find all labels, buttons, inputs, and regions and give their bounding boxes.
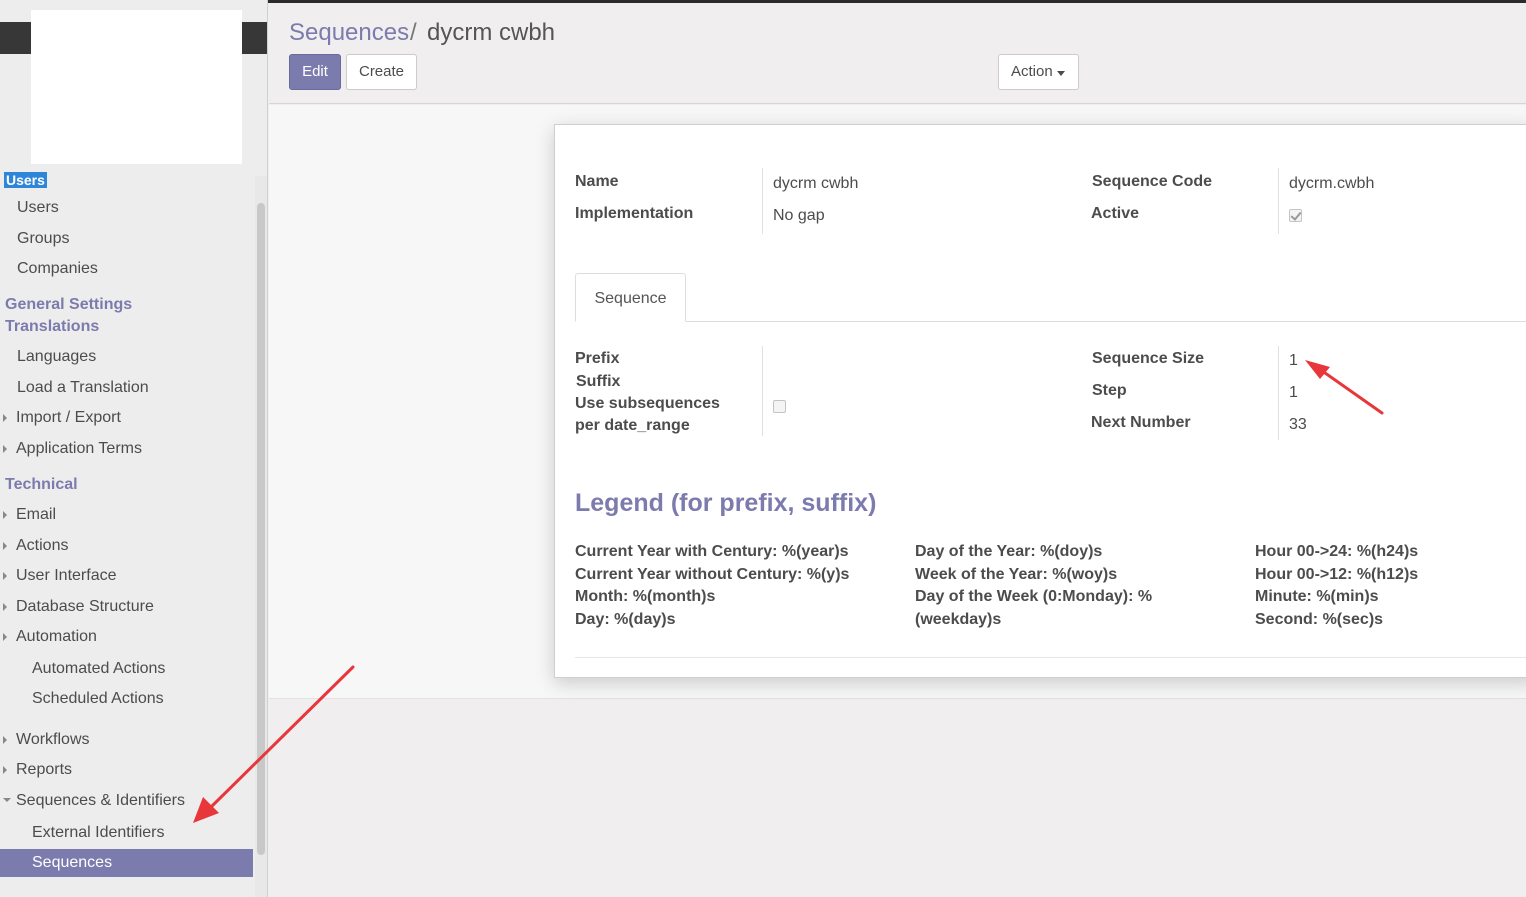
name-value: dycrm cwbh (773, 175, 859, 192)
legend-item: Day of the Week (0:Monday): % (915, 588, 1153, 606)
sequence-code-value: dycrm.cwbh (1289, 175, 1375, 192)
sidebar-item-scheduled-actions[interactable]: Scheduled Actions (32, 690, 164, 708)
sidebar-item-groups[interactable]: Groups (17, 230, 69, 248)
caret-right-icon (3, 511, 7, 519)
company-logo (31, 10, 242, 164)
sidebar-item-sequences-label: Sequences (32, 854, 113, 871)
sidebar: Users Users Groups Companies General Set… (0, 0, 268, 897)
breadcrumb-current: dycrm cwbh (427, 19, 556, 46)
legend-item: Hour 00->24: %(h24)s (1255, 543, 1419, 560)
caret-right-icon (3, 414, 7, 422)
field-divider (762, 168, 763, 234)
next-number-value: 33 (1289, 416, 1307, 433)
sidebar-item-load-translation[interactable]: Load a Translation (17, 379, 149, 397)
legend-item: Current Year without Century: %(y)s (575, 565, 850, 583)
notebook-tab-line (575, 321, 1526, 322)
prefix-label: Prefix (575, 350, 620, 367)
step-value: 1 (1289, 384, 1298, 401)
legend-item: Second: %(sec)s (1255, 611, 1384, 629)
sidebar-section-general-settings[interactable]: General Settings (5, 296, 132, 314)
legend-item: Minute: %(min)s (1255, 588, 1379, 606)
breadcrumb-parent[interactable]: Sequences (289, 19, 409, 47)
sidebar-item-automation[interactable]: Automation (16, 628, 97, 646)
legend-item: Day: %(day)s (575, 611, 676, 629)
caret-down-icon (3, 798, 11, 802)
edit-button[interactable]: Edit (289, 54, 341, 90)
create-button[interactable]: Create (346, 54, 417, 90)
legend-item: Hour 00->12: %(h12)s (1255, 565, 1419, 583)
active-checkbox[interactable] (1289, 209, 1302, 222)
caret-right-icon (3, 736, 7, 744)
sidebar-item-actions[interactable]: Actions (16, 537, 68, 555)
action-dropdown-button[interactable]: Action (998, 54, 1079, 90)
implementation-value: No gap (773, 207, 825, 224)
caret-right-icon (3, 542, 7, 550)
sidebar-item-database-structure[interactable]: Database Structure (16, 598, 154, 616)
sequence-code-label: Sequence Code (1092, 173, 1213, 190)
caret-down-icon (1057, 71, 1065, 76)
sidebar-scrollbar-thumb[interactable] (257, 203, 265, 855)
suffix-label: Suffix (576, 373, 621, 390)
step-label: Step (1092, 382, 1127, 399)
sequence-size-label: Sequence Size (1092, 350, 1205, 367)
sidebar-item-sequences[interactable]: Sequences (0, 849, 253, 877)
caret-right-icon (3, 603, 7, 611)
sidebar-section-technical[interactable]: Technical (5, 476, 78, 494)
sidebar-item-application-terms[interactable]: Application Terms (16, 440, 142, 458)
implementation-label: Implementation (575, 205, 694, 222)
legend-item: Current Year with Century: %(year)s (575, 543, 849, 560)
sidebar-item-reports[interactable]: Reports (16, 761, 72, 779)
name-label: Name (575, 173, 619, 190)
caret-right-icon (3, 766, 7, 774)
next-number-label: Next Number (1091, 414, 1191, 431)
legend-column-1: Current Year with Century: %(year)s Curr… (575, 541, 849, 632)
legend-item: Week of the Year: %(woy)s (915, 565, 1118, 583)
sidebar-section-translations[interactable]: Translations (5, 318, 99, 336)
sidebar-item-languages[interactable]: Languages (17, 348, 96, 366)
sidebar-item-user-interface[interactable]: User Interface (16, 567, 116, 585)
caret-right-icon (3, 633, 7, 641)
control-panel: Sequences / dycrm cwbh Edit Create Actio… (269, 3, 1526, 104)
sidebar-item-users[interactable]: Users (17, 199, 59, 217)
tab-sequence[interactable]: Sequence (575, 273, 686, 322)
field-divider (1278, 346, 1279, 440)
legend-column-3: Hour 00->24: %(h24)s Hour 00->12: %(h12)… (1255, 541, 1418, 632)
use-subsequences-checkbox[interactable] (773, 400, 786, 413)
sidebar-section-users[interactable]: Users (4, 172, 47, 188)
action-label: Action (1011, 63, 1053, 80)
legend-item: Month: %(month)s (575, 588, 716, 606)
sidebar-item-automated-actions[interactable]: Automated Actions (32, 660, 165, 678)
field-divider (762, 346, 763, 436)
breadcrumb-separator: / (410, 19, 417, 46)
caret-right-icon (3, 445, 7, 453)
legend-item: (weekday)s (915, 611, 1002, 629)
sidebar-item-sequences-identifiers[interactable]: Sequences & Identifiers (16, 792, 185, 810)
legend-title: Legend (for prefix, suffix) (575, 489, 877, 517)
sheet-divider (575, 657, 1526, 658)
sidebar-item-email[interactable]: Email (16, 506, 56, 524)
legend-column-2: Day of the Year: %(doy)s Week of the Yea… (915, 541, 1152, 632)
sidebar-item-external-identifiers[interactable]: External Identifiers (32, 824, 165, 842)
field-divider (1278, 168, 1279, 234)
sidebar-item-import-export[interactable]: Import / Export (16, 409, 121, 427)
legend-item: Day of the Year: %(doy)s (915, 543, 1103, 560)
caret-right-icon (3, 572, 7, 580)
sidebar-item-companies[interactable]: Companies (17, 260, 98, 278)
use-subsequences-label-2: per date_range (575, 417, 690, 434)
sidebar-item-workflows[interactable]: Workflows (16, 731, 90, 749)
active-label: Active (1091, 205, 1140, 222)
sequence-size-value: 1 (1289, 352, 1298, 369)
use-subsequences-label: Use subsequences (575, 395, 720, 412)
